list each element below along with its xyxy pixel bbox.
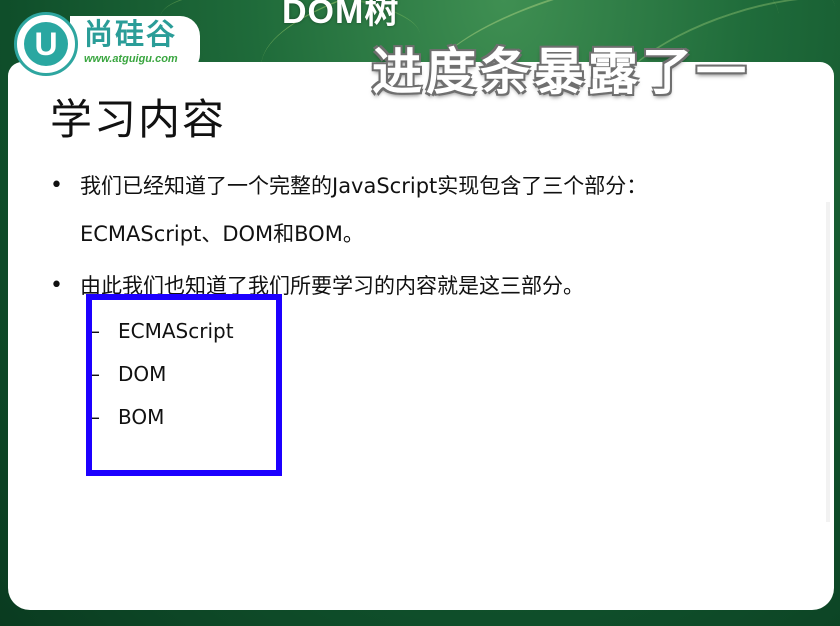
sub-item: – ECMAScript <box>90 310 234 353</box>
slide-heading: 学习内容 <box>50 95 227 144</box>
logo-url: www.atguigu.com <box>84 53 178 65</box>
sub-item: – DOM <box>90 353 234 396</box>
slide-panel: 学习内容 • 我们已经知道了一个完整的JavaScript实现包含了三个部分： … <box>8 62 834 610</box>
bullet-point: • 由此我们也知道了我们所要学习的内容就是这三部分。 <box>50 262 820 310</box>
sub-item-marker: – <box>90 362 100 386</box>
sub-item-marker: – <box>90 319 100 343</box>
bullet-line: ECMAScript、DOM和BOM。 <box>80 222 364 246</box>
sub-item-label: ECMAScript <box>118 319 234 343</box>
subtitle-overlay: 进度条暴露了一 <box>372 43 750 101</box>
atguigu-logo: 尚硅谷 www.atguigu.com U <box>14 12 212 78</box>
bullet-point: • 我们已经知道了一个完整的JavaScript实现包含了三个部分： ECMAS… <box>50 162 820 258</box>
logo-emblem: U <box>14 12 78 76</box>
sub-item-list: – ECMAScript – DOM – BOM <box>90 310 234 439</box>
logo-wordmark: 尚硅谷 www.atguigu.com <box>70 16 200 74</box>
bullet-marker: • <box>50 173 63 198</box>
sub-item-label: DOM <box>118 362 167 386</box>
scrollbar[interactable] <box>826 202 830 522</box>
bullet-line: 我们已经知道了一个完整的JavaScript实现包含了三个部分： <box>80 174 648 198</box>
sub-item-marker: – <box>90 405 100 429</box>
sub-item: – BOM <box>90 396 234 439</box>
logo-letter: U <box>24 22 68 66</box>
bullet-line: 由此我们也知道了我们所要学习的内容就是这三部分。 <box>80 274 584 298</box>
video-title: DOM树 <box>282 0 400 31</box>
logo-brand-name: 尚硅谷 <box>84 17 178 51</box>
sub-item-label: BOM <box>118 405 165 429</box>
bullet-marker: • <box>50 273 63 298</box>
